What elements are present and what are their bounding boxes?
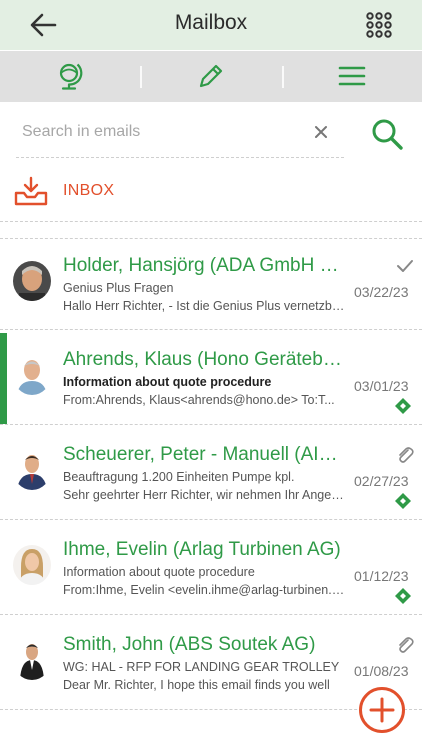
- email-preview: From:Ahrends, Klaus<ahrends@hono.de> To:…: [63, 393, 335, 407]
- crm-link-icon[interactable]: [394, 397, 412, 415]
- email-sender: Holder, Hansjörg (ADA GmbH & Co. KG): [63, 255, 347, 276]
- search-input[interactable]: [16, 112, 296, 152]
- email-list-item[interactable]: Ihme, Evelin (Arlag Turbinen AG) Informa…: [0, 523, 422, 615]
- email-date: 01/12/23: [354, 568, 409, 584]
- avatar: [13, 450, 51, 490]
- email-subject: Information about quote procedure: [63, 565, 255, 579]
- avatar: [13, 355, 51, 395]
- email-date: 02/27/23: [354, 473, 409, 489]
- inbox-folder[interactable]: INBOX: [0, 164, 422, 222]
- email-preview: Sehr geehrter Herr Richter, wir nehmen I…: [63, 488, 347, 502]
- toolbar-divider: [282, 66, 284, 88]
- email-subject: Genius Plus Fragen: [63, 281, 174, 295]
- email-sender: Scheuerer, Peter - Manuell (AIM GmbH): [63, 444, 347, 465]
- email-sender: Ihme, Evelin (Arlag Turbinen AG): [63, 539, 341, 560]
- clear-icon[interactable]: [312, 123, 330, 141]
- paperclip-icon: [399, 447, 414, 463]
- search-icon[interactable]: [370, 117, 404, 151]
- email-subject: Information about quote procedure: [63, 375, 272, 389]
- email-date: 03/22/23: [354, 284, 409, 300]
- toolbar-divider: [140, 66, 142, 88]
- email-list-item[interactable]: Smith, John (ABS Soutek AG) WG: HAL - RF…: [0, 618, 422, 710]
- toolbar: [0, 51, 422, 102]
- page-title: Mailbox: [174, 11, 248, 34]
- apps-grid-icon[interactable]: [366, 12, 392, 38]
- email-list-item[interactable]: Holder, Hansjörg (ADA GmbH & Co. KG) Gen…: [0, 238, 422, 330]
- plus-icon: [369, 697, 395, 723]
- unread-indicator: [0, 333, 7, 424]
- email-preview: Dear Mr. Richter, I hope this email find…: [63, 678, 330, 692]
- email-list-item[interactable]: Ahrends, Klaus (Hono Gerätebau GmbH) Inf…: [0, 333, 422, 425]
- hamburger-menu-icon[interactable]: [337, 61, 367, 91]
- pencil-icon[interactable]: [196, 61, 226, 91]
- search-bar: [16, 112, 344, 158]
- crm-link-icon[interactable]: [394, 587, 412, 605]
- checkmark-icon: [397, 260, 413, 272]
- globe-icon[interactable]: [55, 61, 85, 91]
- inbox-label: INBOX: [63, 182, 115, 199]
- email-date: 01/08/23: [354, 663, 409, 679]
- add-button[interactable]: [359, 687, 405, 733]
- email-subject: WG: HAL - RFP FOR LANDING GEAR TROLLEY: [63, 660, 340, 674]
- email-preview: Hallo Herr Richter, - Ist die Genius Plu…: [63, 299, 347, 313]
- email-date: 03/01/23: [354, 378, 409, 394]
- avatar: [13, 545, 51, 585]
- paperclip-icon: [399, 637, 414, 653]
- avatar: [13, 261, 51, 301]
- inbox-download-icon: [14, 176, 48, 206]
- app-header: Mailbox: [0, 0, 422, 50]
- email-list-item[interactable]: Scheuerer, Peter - Manuell (AIM GmbH) Be…: [0, 428, 422, 520]
- crm-link-icon[interactable]: [394, 492, 412, 510]
- email-sender: Smith, John (ABS Soutek AG): [63, 634, 316, 655]
- avatar: [13, 640, 51, 680]
- email-preview: From:Ihme, Evelin <evelin.ihme@arlag-tur…: [63, 583, 347, 597]
- email-sender: Ahrends, Klaus (Hono Gerätebau GmbH): [63, 349, 347, 370]
- email-subject: Beauftragung 1.200 Einheiten Pumpe kpl.: [63, 470, 295, 484]
